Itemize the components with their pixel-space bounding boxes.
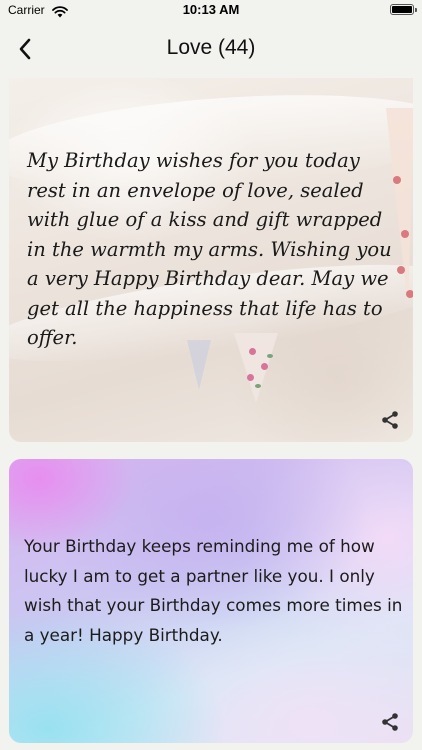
share-button[interactable] xyxy=(376,708,404,736)
polka-dot xyxy=(406,290,413,298)
message-text: My Birthday wishes for you today rest in… xyxy=(27,149,392,349)
share-icon xyxy=(382,411,398,429)
floral-print xyxy=(267,354,273,358)
share-icon xyxy=(382,713,398,731)
page-title: Love (44) xyxy=(166,36,256,59)
polka-dot xyxy=(401,230,409,238)
status-bar: Carrier 10:13 AM xyxy=(0,0,422,22)
share-button[interactable] xyxy=(376,406,404,434)
navigation-bar: Love (44) xyxy=(0,22,422,78)
status-time: 10:13 AM xyxy=(182,2,240,17)
floral-print xyxy=(247,374,254,381)
floral-print xyxy=(255,384,261,388)
message-card-2[interactable]: Your Birthday keeps reminding me of how … xyxy=(9,459,413,743)
floral-print xyxy=(261,363,268,370)
message-text: Your Birthday keeps reminding me of how … xyxy=(24,536,403,645)
battery-icon xyxy=(390,4,417,15)
message-card-1[interactable]: My Birthday wishes for you today rest in… xyxy=(9,78,413,442)
